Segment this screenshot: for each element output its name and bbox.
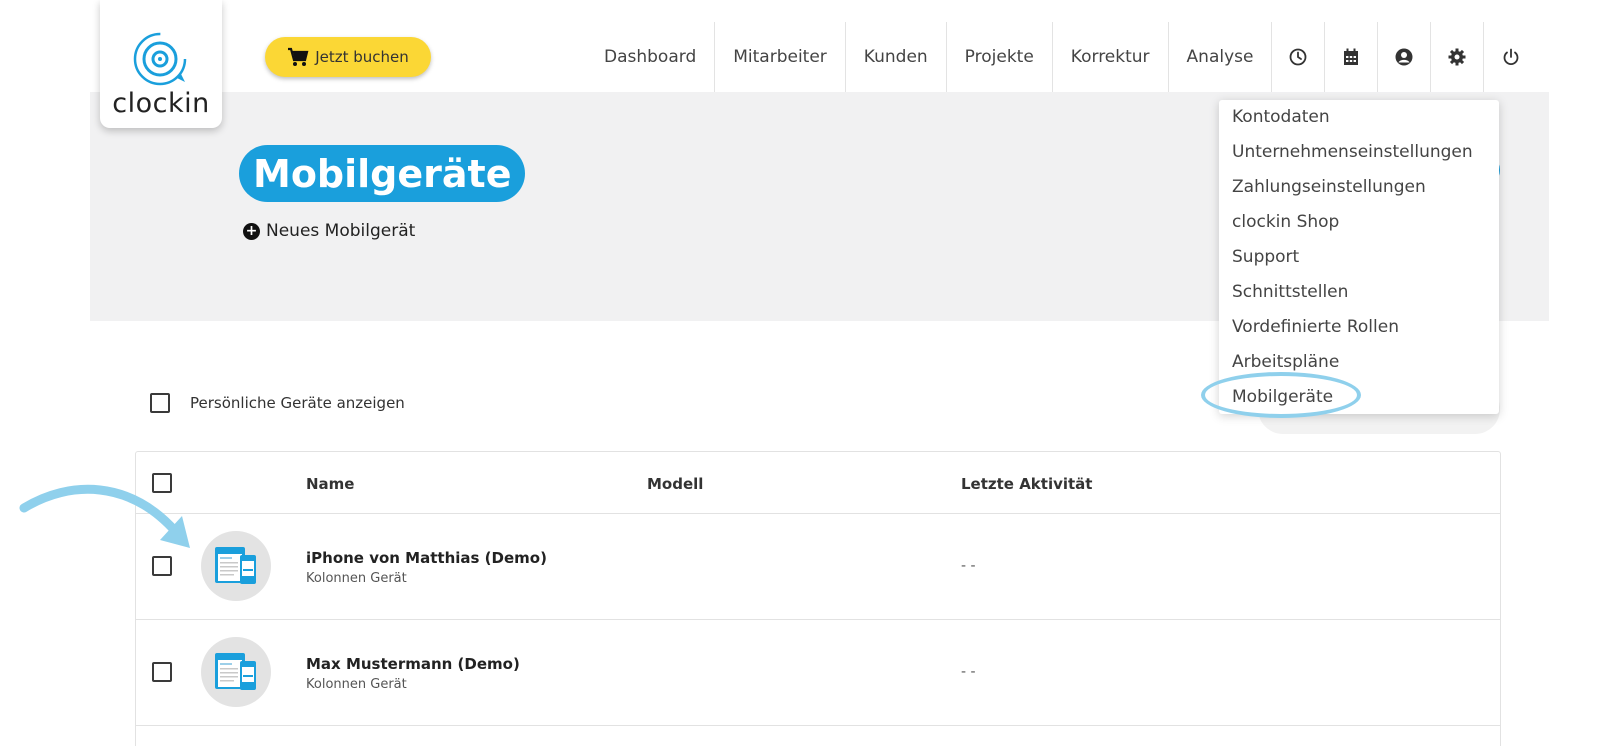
- cart-icon: [288, 47, 309, 66]
- nav-analyse[interactable]: Analyse: [1169, 22, 1273, 92]
- menu-item-payment-settings[interactable]: Zahlungseinstellungen: [1232, 177, 1426, 197]
- clock-icon: [1290, 48, 1307, 66]
- devices-icon: [215, 547, 256, 584]
- menu-item-work-schedules[interactable]: Arbeitspläne: [1232, 352, 1339, 372]
- book-now-button[interactable]: Jetzt buchen: [265, 37, 431, 77]
- devices-icon: [215, 653, 256, 690]
- column-header-name[interactable]: Name: [306, 475, 354, 493]
- nav-calendar[interactable]: [1325, 22, 1379, 92]
- device-avatar: [201, 531, 271, 601]
- personal-devices-label: Persönliche Geräte anzeigen: [190, 394, 405, 412]
- nav-settings[interactable]: [1431, 22, 1485, 92]
- menu-item-predefined-roles[interactable]: Vordefinierte Rollen: [1232, 317, 1399, 337]
- new-device-button[interactable]: + Neues Mobilgerät: [243, 221, 415, 241]
- power-icon: [1503, 48, 1519, 66]
- page-title: Mobilgeräte: [239, 145, 526, 202]
- menu-item-kontodaten[interactable]: Kontodaten: [1232, 107, 1330, 127]
- device-type: Kolonnen Gerät: [306, 571, 407, 586]
- device-last-activity: - -: [961, 558, 976, 574]
- new-device-label: Neues Mobilgerät: [266, 221, 416, 241]
- app-logo[interactable]: clockin: [100, 0, 222, 128]
- nav-projekte[interactable]: Projekte: [947, 22, 1053, 92]
- device-last-activity: - -: [961, 664, 976, 680]
- nav-logout[interactable]: [1484, 22, 1537, 92]
- device-avatar: [201, 637, 271, 707]
- column-header-last-activity[interactable]: Letzte Aktivität: [961, 475, 1092, 493]
- row-checkbox[interactable]: [152, 662, 172, 682]
- nav-time[interactable]: [1272, 22, 1326, 92]
- personal-devices-filter: Persönliche Geräte anzeigen: [150, 393, 405, 413]
- calendar-icon: [1344, 48, 1359, 65]
- gear-icon: [1448, 48, 1466, 66]
- nav-korrektur[interactable]: Korrektur: [1053, 22, 1169, 92]
- column-header-model[interactable]: Modell: [647, 475, 703, 493]
- user-circle-icon: [1395, 48, 1413, 66]
- nav-dashboard[interactable]: Dashboard: [586, 22, 716, 92]
- table-row[interactable]: Max Mustermann (Demo) Kolonnen Gerät - -: [136, 620, 1500, 726]
- settings-dropdown-menu: Kontodaten Unternehmenseinstellungen Zah…: [1219, 100, 1499, 414]
- main-nav: Dashboard Mitarbeiter Kunden Projekte Ko…: [586, 22, 1537, 92]
- device-type: Kolonnen Gerät: [306, 677, 407, 692]
- menu-item-interfaces[interactable]: Schnittstellen: [1232, 282, 1348, 302]
- device-name[interactable]: Max Mustermann (Demo): [306, 655, 520, 673]
- logo-text: clockin: [112, 88, 210, 119]
- nav-account[interactable]: [1378, 22, 1432, 92]
- menu-item-shop[interactable]: clockin Shop: [1232, 212, 1339, 232]
- nav-kunden[interactable]: Kunden: [846, 22, 947, 92]
- menu-item-mobile-devices[interactable]: Mobilgeräte: [1232, 387, 1333, 407]
- devices-table: Name Modell Letzte Aktivität iPhone von …: [135, 451, 1501, 746]
- device-name[interactable]: iPhone von Matthias (Demo): [306, 549, 547, 567]
- table-row[interactable]: iPhone von Matthias (Demo) Kolonnen Gerä…: [136, 514, 1500, 620]
- select-all-checkbox[interactable]: [152, 473, 172, 493]
- plus-circle-icon: +: [243, 222, 260, 240]
- clockin-logo-icon: [133, 32, 187, 86]
- book-now-label: Jetzt buchen: [315, 48, 409, 66]
- menu-item-support[interactable]: Support: [1232, 247, 1299, 267]
- personal-devices-checkbox[interactable]: [150, 393, 170, 413]
- row-checkbox[interactable]: [152, 556, 172, 576]
- table-header: Name Modell Letzte Aktivität: [136, 452, 1500, 514]
- menu-item-company-settings[interactable]: Unternehmenseinstellungen: [1232, 142, 1473, 162]
- nav-mitarbeiter[interactable]: Mitarbeiter: [715, 22, 846, 92]
